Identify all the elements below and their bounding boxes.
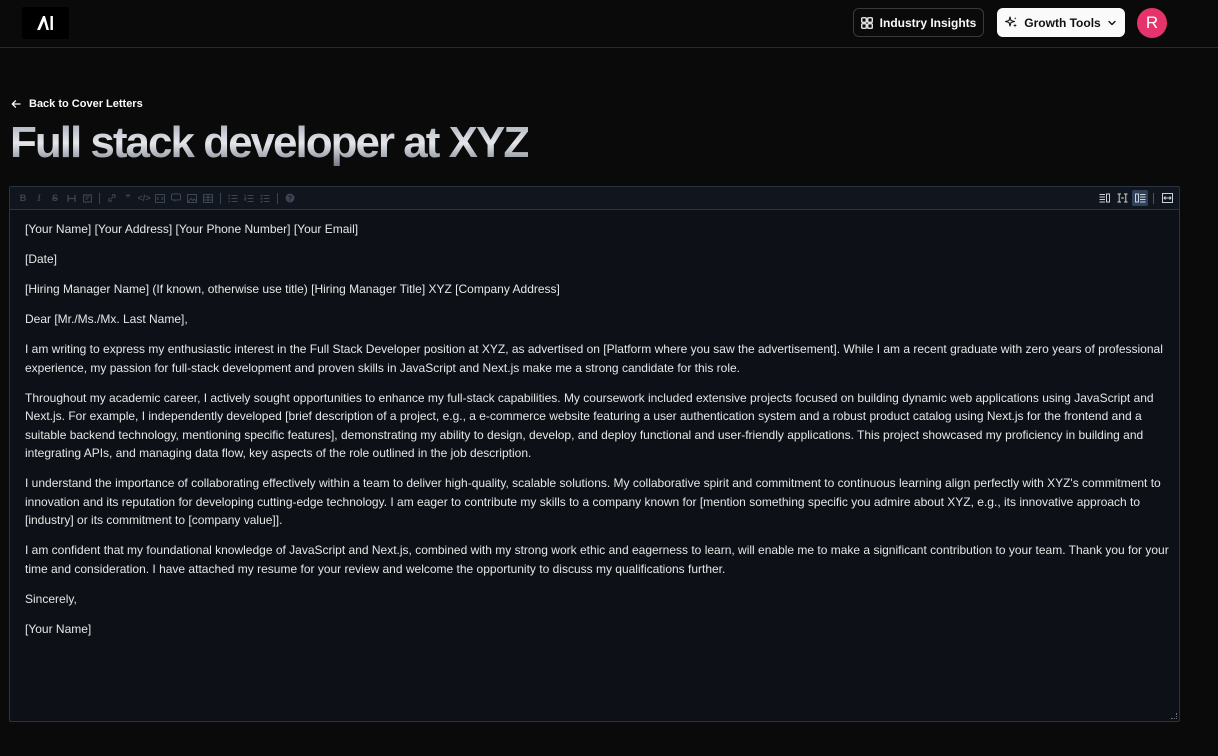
sparkles-icon (1005, 16, 1018, 28)
heading-icon[interactable] (64, 191, 78, 205)
table-icon[interactable] (201, 191, 215, 205)
sender-info: [Your Name] [Your Address] [Your Phone N… (25, 222, 359, 236)
body-paragraph-teamwork: I understand the importance of collabora… (25, 476, 1161, 527)
back-link-label: Back to Cover Letters (29, 98, 143, 110)
fullscreen-icon[interactable] (1159, 190, 1175, 206)
body-paragraph-closing: I am confident that my foundational know… (25, 543, 1169, 576)
heading-alt-icon[interactable] (80, 191, 94, 205)
quote-icon[interactable]: ❞ (121, 191, 135, 205)
bold-icon[interactable]: B (16, 191, 30, 205)
preview-mode-icon[interactable] (1132, 190, 1148, 206)
toolbar-divider (220, 192, 221, 204)
svg-text:?: ? (288, 196, 292, 203)
cover-letter-editor[interactable]: B I S ❞ </> ? [Your Name] [Your Address]… (9, 186, 1180, 722)
page-title: Full stack developer at XYZ (10, 118, 530, 167)
user-avatar[interactable]: R (1137, 8, 1167, 38)
page: Industry Insights Growth Tools R Back to… (0, 0, 1218, 756)
industry-insights-button[interactable]: Industry Insights (853, 8, 984, 37)
app-logo[interactable] (22, 7, 69, 39)
dashboard-icon (860, 16, 873, 29)
checklist-icon[interactable] (258, 191, 272, 205)
ordered-list-icon[interactable] (242, 191, 256, 205)
growth-tools-label: Growth Tools (1024, 15, 1101, 30)
help-icon[interactable]: ? (283, 191, 297, 205)
toolbar-divider (277, 192, 278, 204)
image-icon[interactable] (185, 191, 199, 205)
date-line: [Date] (25, 252, 58, 266)
sign-off: Sincerely, (25, 591, 77, 606)
resize-handle[interactable] (1171, 713, 1177, 719)
body-paragraph-intro: I am writing to express my enthusiastic … (25, 342, 1163, 375)
top-navbar: Industry Insights Growth Tools R (0, 0, 1218, 48)
logo-icon (36, 16, 53, 30)
live-mode-icon[interactable] (1114, 190, 1130, 206)
toolbar-divider (1153, 192, 1154, 204)
unordered-list-icon[interactable] (226, 191, 240, 205)
cover-letter-content[interactable]: [Your Name] [Your Address] [Your Phone N… (25, 220, 1170, 650)
industry-insights-label: Industry Insights (879, 15, 977, 30)
code-block-icon[interactable] (153, 191, 167, 205)
edit-mode-icon[interactable] (1096, 190, 1112, 206)
toolbar-divider (99, 192, 100, 204)
arrow-left-icon (11, 100, 21, 108)
comment-icon[interactable] (169, 191, 183, 205)
signature-name: [Your Name] (25, 621, 92, 636)
italic-icon[interactable]: I (32, 191, 46, 205)
link-icon[interactable] (105, 191, 119, 205)
strikethrough-icon[interactable]: S (48, 191, 62, 205)
body-paragraph-experience: Throughout my academic career, I activel… (25, 390, 1154, 461)
salutation: Dear [Mr./Ms./Mx. Last Name], (25, 312, 188, 326)
editor-toolbar: B I S ❞ </> ? (10, 187, 1179, 210)
growth-tools-dropdown[interactable]: Growth Tools (997, 8, 1125, 37)
chevron-down-icon (1108, 20, 1116, 25)
recipient-info: [Hiring Manager Name] (If known, otherwi… (25, 282, 560, 296)
code-icon[interactable]: </> (137, 191, 151, 205)
back-to-cover-letters-link[interactable]: Back to Cover Letters (11, 96, 143, 112)
